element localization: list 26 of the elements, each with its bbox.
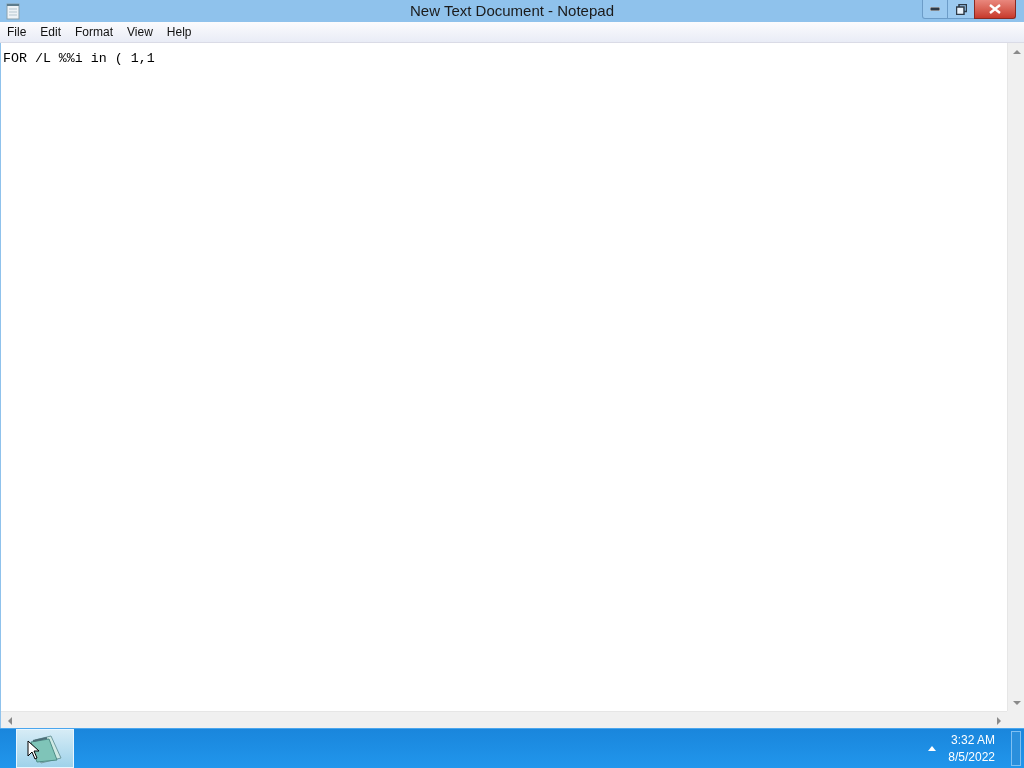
caret-down-icon	[1012, 698, 1021, 707]
editor-text: FOR /L %%i in ( 1,1	[3, 51, 155, 66]
notepad-icon	[6, 2, 20, 20]
restore-icon	[955, 3, 967, 15]
maximize-button[interactable]	[948, 0, 974, 19]
menu-item[interactable]: View	[120, 23, 160, 41]
vertical-scrollbar[interactable]	[1007, 43, 1024, 711]
mouse-pointer-icon	[27, 740, 41, 760]
minimize-icon	[930, 7, 940, 11]
close-icon	[989, 4, 1001, 14]
menu-item[interactable]: Edit	[33, 23, 69, 41]
caret-up-icon	[1012, 47, 1021, 56]
taskbar-app-button[interactable]	[16, 729, 74, 768]
clock-date: 8/5/2022	[948, 748, 995, 766]
menu-item[interactable]: Format	[68, 23, 121, 41]
horizontal-scrollbar[interactable]	[1, 711, 1007, 728]
window-title: New Text Document - Notepad	[410, 2, 614, 20]
close-button[interactable]	[974, 0, 1016, 19]
caret-right-icon	[994, 716, 1003, 725]
caret-up-icon	[928, 746, 937, 751]
show-desktop-button[interactable]	[1011, 731, 1021, 766]
minimize-button[interactable]	[922, 0, 948, 19]
menu-item[interactable]: Help	[159, 23, 199, 41]
clock-time: 3:32 AM	[950, 731, 995, 749]
menu-item[interactable]: File	[0, 23, 34, 41]
clock[interactable]: 3:32 AM 8/5/2022	[948, 729, 997, 768]
